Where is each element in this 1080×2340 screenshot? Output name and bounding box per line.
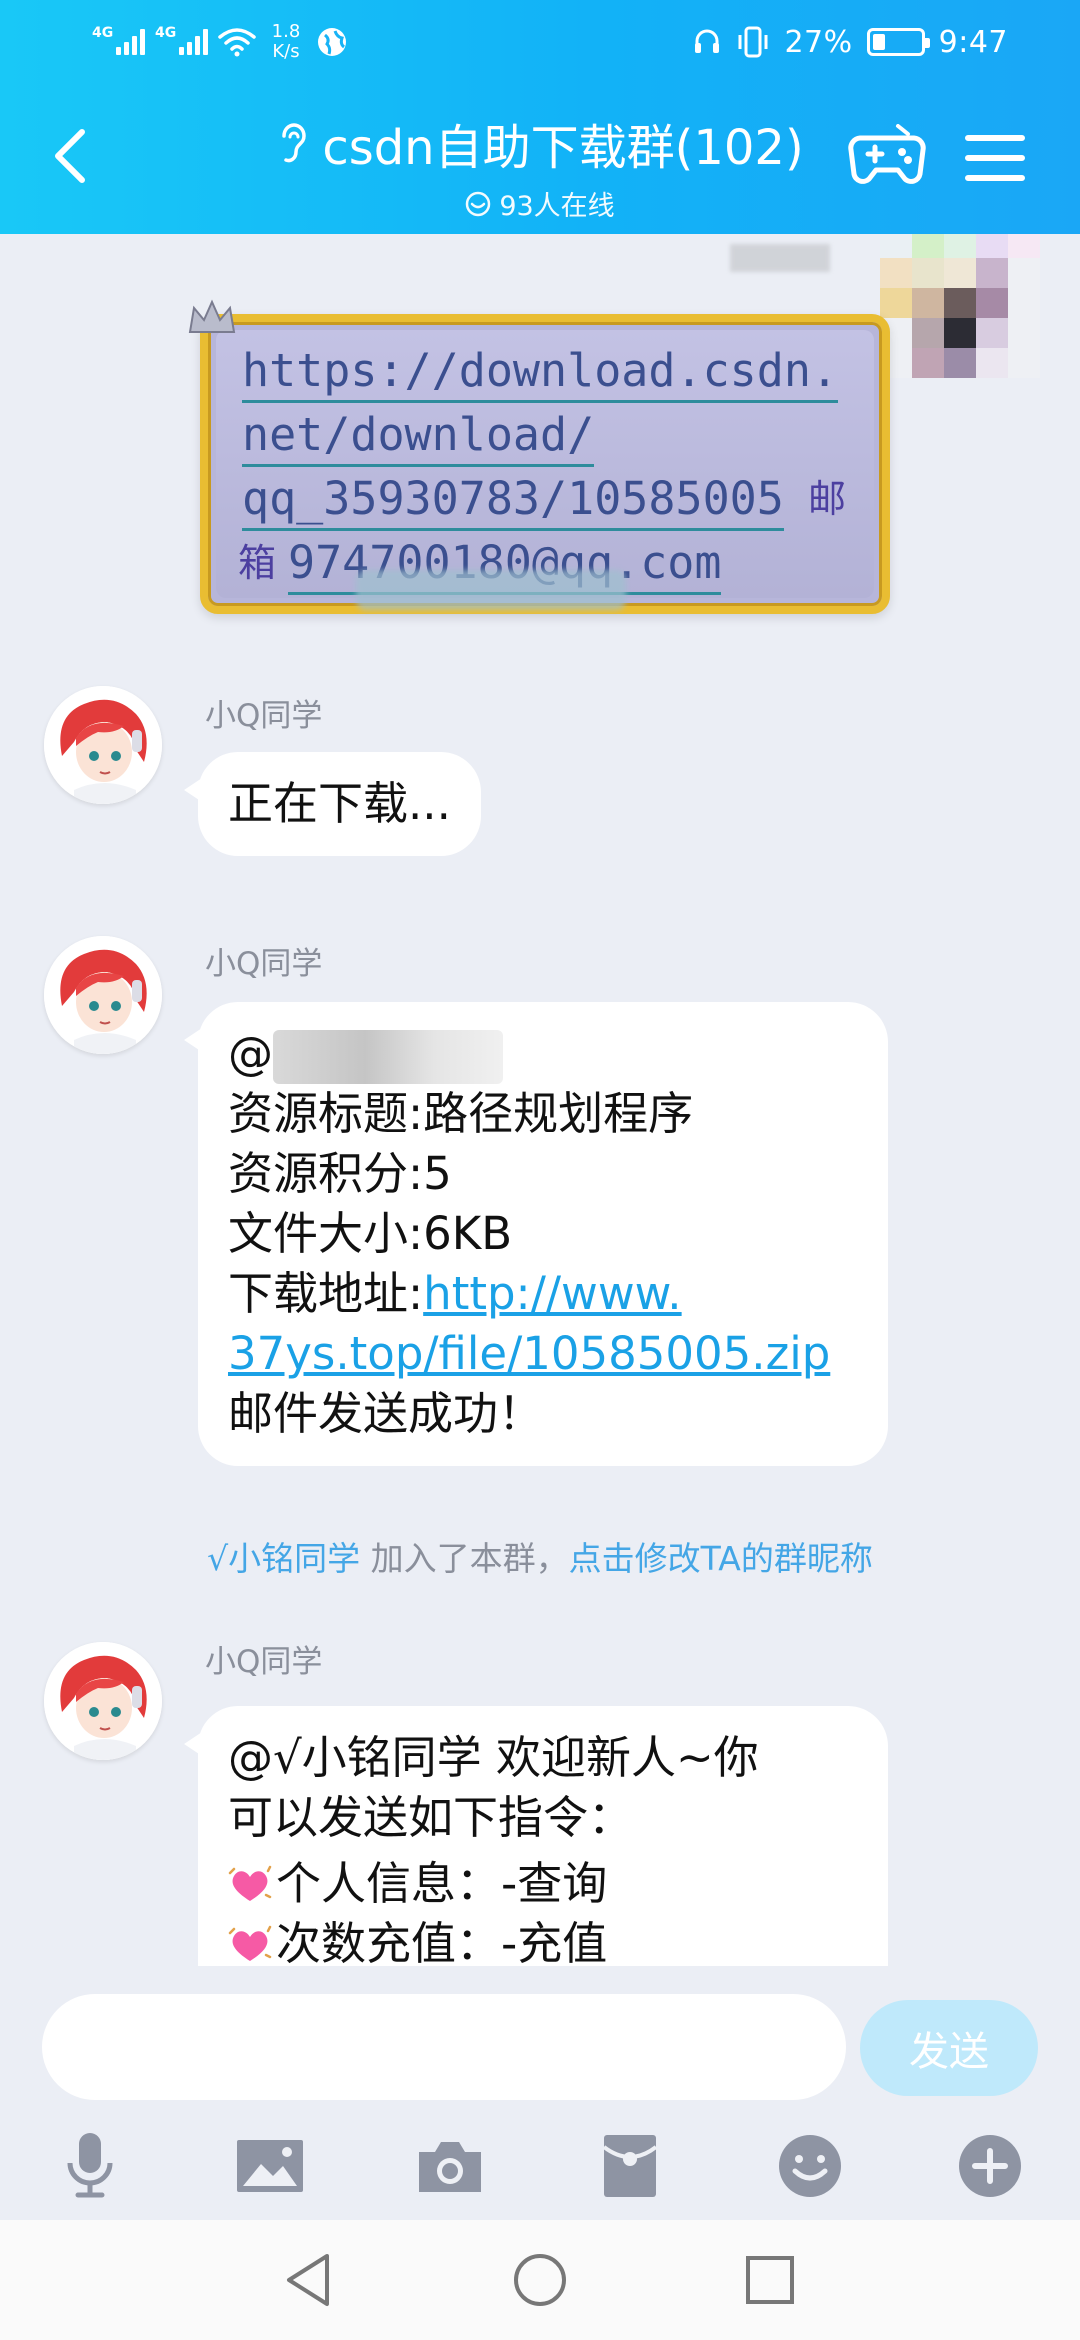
picture-icon xyxy=(237,2140,303,2192)
net-type-2: 4G xyxy=(155,25,177,41)
message-text: 文件大小:6KB xyxy=(228,1207,513,1260)
message-text: 资源标题:路径规划程序 xyxy=(228,1087,694,1140)
online-count-text: 93人在线 xyxy=(499,191,615,222)
avatar[interactable] xyxy=(44,686,162,804)
bot-avatar-icon xyxy=(44,686,162,804)
smiley-icon xyxy=(779,2135,841,2197)
signal-1-icon: 4G xyxy=(92,25,145,55)
ear-icon xyxy=(282,123,307,163)
bot-avatar-icon xyxy=(44,1642,162,1760)
gamepad-icon xyxy=(848,124,926,184)
image-text-line: net/download/ xyxy=(242,406,595,467)
image-text-line: qq_35930783/10585005 xyxy=(242,470,784,531)
circle-home-icon xyxy=(514,2254,566,2306)
clock: 9:47 xyxy=(938,24,1008,60)
back-button[interactable] xyxy=(30,116,110,196)
network-speed: 1.8 K/s xyxy=(271,21,301,62)
status-bar: 4G 4G 1.8 K/s 27% 9:47 xyxy=(0,0,1080,84)
status-left: 4G 4G 1.8 K/s xyxy=(92,14,348,70)
camera-button[interactable] xyxy=(414,2130,486,2202)
net-type-1: 4G xyxy=(92,25,114,41)
image-text-line: https://download.csdn. xyxy=(242,342,839,403)
title-bar: csdn自助下载群(102) 93人在线 xyxy=(0,96,1080,226)
hamburger-menu-icon xyxy=(965,135,1025,181)
nav-recents-button[interactable] xyxy=(738,2248,802,2312)
edit-nickname-link[interactable]: 点击修改TA的群昵称 xyxy=(569,1539,873,1578)
globe-icon xyxy=(318,28,346,56)
sender-name: 小Q同学 xyxy=(205,1644,323,1680)
message-bubble[interactable]: @√小铭同学 欢迎新人~你 可以发送如下指令： 个人信息：-查询 次数充值：-充… xyxy=(184,1706,888,1966)
command-line: 次数充值：-充值 xyxy=(228,1914,858,1966)
download-line: 下载地址:http://www. xyxy=(228,1267,682,1320)
signal-2-icon: 4G xyxy=(155,25,208,55)
camera-icon xyxy=(419,2142,481,2192)
download-link[interactable]: 37ys.top/file/10585005.zip xyxy=(228,1327,830,1380)
chat-messages[interactable]: https://download.csdn. net/download/ qq_… xyxy=(0,234,1080,1966)
nav-home-button[interactable] xyxy=(508,2248,572,2312)
bot-avatar-icon xyxy=(44,936,162,1054)
red-packet-icon xyxy=(602,2135,658,2197)
email-blur xyxy=(356,570,626,610)
red-packet-button[interactable] xyxy=(594,2130,666,2202)
nav-back-button[interactable] xyxy=(276,2248,340,2312)
message-text: 资源积分:5 xyxy=(228,1147,452,1200)
image-button[interactable] xyxy=(234,2130,306,2202)
message-bubble[interactable]: @ 资源标题:路径规划程序 资源积分:5 文件大小:6KB 下载地址:http:… xyxy=(184,1002,888,1466)
voice-button[interactable] xyxy=(54,2130,126,2202)
chat-title-area[interactable]: csdn自助下载群(102) 93人在线 xyxy=(240,108,840,223)
download-link[interactable]: http://www. xyxy=(423,1267,681,1320)
mention-line: @ xyxy=(228,1024,858,1084)
avatar[interactable] xyxy=(44,936,162,1054)
message-text: 正在下载... xyxy=(228,777,451,830)
crown-icon xyxy=(188,299,236,333)
command-line: 个人信息：-查询 xyxy=(228,1854,858,1914)
new-member-name[interactable]: √小铭同学 xyxy=(207,1539,360,1578)
image-text-char: 邮 xyxy=(808,477,847,521)
message-bubble[interactable]: 正在下载... xyxy=(184,752,481,856)
menu-button[interactable] xyxy=(962,130,1028,186)
heart-emoji-icon xyxy=(228,1925,272,1961)
pixelated-avatar xyxy=(880,234,1040,378)
vibrate-icon xyxy=(738,26,768,58)
message-text: @√小铭同学 欢迎新人~你 xyxy=(228,1731,759,1784)
image-message-card: https://download.csdn. net/download/ qq_… xyxy=(216,330,874,610)
group-name: csdn自助下载群(102) xyxy=(322,120,804,176)
battery-percent: 27% xyxy=(784,24,853,60)
online-count: 93人在线 xyxy=(240,184,840,223)
square-recents-icon xyxy=(746,2256,794,2304)
battery-icon xyxy=(866,28,930,56)
chevron-left-icon xyxy=(55,129,85,183)
input-panel: 发送 xyxy=(0,1966,1080,2220)
status-right: 27% 9:47 xyxy=(692,14,1008,70)
notice-action: 加入了本群， xyxy=(370,1539,569,1578)
message-text: 可以发送如下指令： xyxy=(228,1791,634,1844)
sender-name: 小Q同学 xyxy=(205,946,323,982)
emoji-button[interactable] xyxy=(774,2130,846,2202)
image-text-char: 箱 xyxy=(238,541,277,585)
image-message[interactable]: https://download.csdn. net/download/ qq_… xyxy=(188,299,890,614)
wifi-icon xyxy=(218,28,256,57)
headset-icon xyxy=(695,29,720,53)
message-input[interactable] xyxy=(42,1994,846,2100)
system-notice: √小铭同学 加入了本群，点击修改TA的群昵称 xyxy=(0,1532,1080,1580)
system-nav-bar xyxy=(0,2220,1080,2340)
send-button[interactable]: 发送 xyxy=(860,2000,1038,2096)
battery-fill xyxy=(872,34,885,50)
blurred-sender-name xyxy=(730,244,830,272)
more-button[interactable] xyxy=(954,2130,1026,2202)
toolbar xyxy=(0,2116,1080,2216)
avatar[interactable] xyxy=(44,1642,162,1760)
triangle-back-icon xyxy=(287,2254,329,2306)
game-button[interactable] xyxy=(848,124,926,190)
message-text: 邮件发送成功！ xyxy=(228,1387,544,1440)
smile-circle-icon xyxy=(466,191,491,216)
heart-emoji-icon xyxy=(228,1865,272,1901)
microphone-icon xyxy=(67,2133,113,2198)
redacted-name xyxy=(273,1030,503,1084)
sender-name: 小Q同学 xyxy=(205,698,323,734)
app-header: 4G 4G 1.8 K/s 27% 9:47 csdn自助下载群(102) 93… xyxy=(0,0,1080,234)
group-title: csdn自助下载群(102) xyxy=(240,108,840,178)
plus-circle-icon xyxy=(959,2135,1021,2197)
